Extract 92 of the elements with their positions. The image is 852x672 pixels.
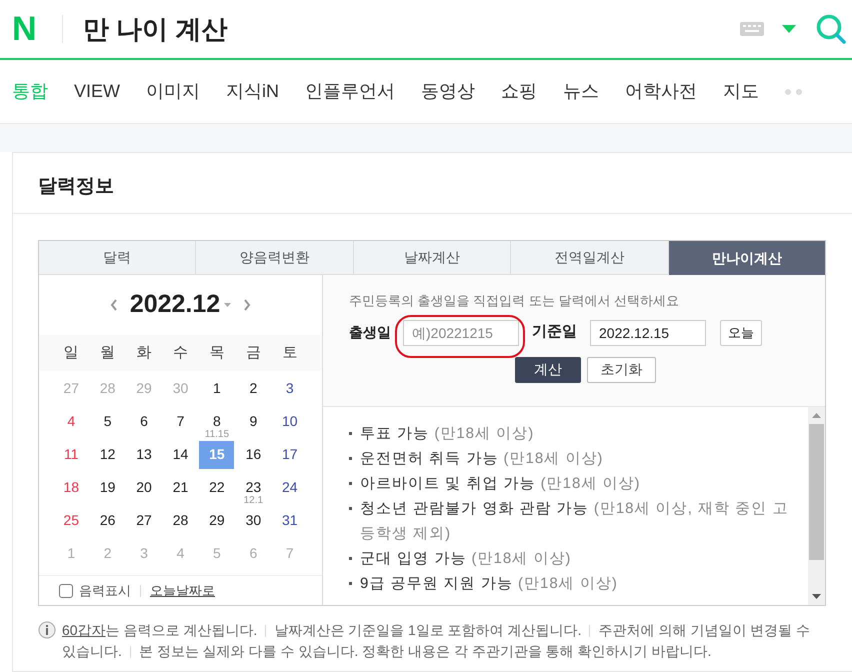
previous-icon[interactable] [110,299,118,311]
calendar-day[interactable]: 13 [136,446,152,462]
calendar-day[interactable]: 5 [104,414,112,430]
search-query[interactable]: 만 나이 계산 [83,10,740,48]
scroll-up-icon[interactable] [812,413,821,418]
calendar-day[interactable]: 19 [100,480,116,496]
calendar-day[interactable]: 30 [246,512,262,528]
nav-tab[interactable]: VIEW [74,78,120,105]
bullet-icon [349,432,352,435]
weekday-label: 월 [99,342,116,363]
dropdown-icon[interactable] [782,25,796,33]
scrollbar[interactable] [808,407,825,605]
scroll-down-icon[interactable] [812,594,821,599]
checkbox-label[interactable]: 음력표시 [79,580,131,600]
bullet-icon [349,557,352,560]
calendar-day[interactable]: 9 [249,414,258,430]
nav-tab[interactable]: 쇼핑 [501,78,538,105]
result-item: 운전면허 취득 가능 (만18세 이상) [360,449,604,469]
calendar-day[interactable]: 3 [286,380,294,396]
calendar-day[interactable]: 21 [172,480,188,496]
calendar-day[interactable]: 20 [136,480,152,496]
calendar-tab[interactable]: 날짜계산 [354,241,512,275]
search-icon[interactable] [816,14,846,44]
field-label: 출생일 [349,323,392,342]
calendar-day[interactable]: 16 [246,446,262,462]
calendar-tab[interactable]: 양음력변환 [196,241,354,275]
info-text: 60갑자는 음력으로 계산됩니다. 날짜계산은 기준일을 1일로 포함하여 계산됩니다. 주관처에 의해 기념일이 변경될 수 있습니다. 본 정보는 실제와 다를 수 있습니다. 정확한 내용은 각 주관기관을 통해 확인하시기 바랍니다. [62,621,812,661]
calendar-day[interactable]: 31 [282,512,298,528]
calendar-day[interactable]: 6 [140,414,148,430]
calculate-button[interactable]: 계산 [515,356,581,382]
bullet-icon [349,482,352,485]
nav-tab[interactable]: 동영상 [421,78,476,105]
calendar-tab[interactable]: 달력 [39,241,196,275]
nav-tab[interactable]: 뉴스 [563,78,600,105]
weekday-label: 금 [244,342,262,363]
calendar-day[interactable]: 14 [172,446,188,462]
calendar-tab[interactable]: 만나이계산 [668,241,826,275]
calendar-day[interactable]: 22 [209,480,225,496]
reset-button[interactable]: 초기화 [587,356,656,382]
base-date-field[interactable]: 2022.12.15 [590,320,706,346]
bullet-icon [349,582,352,585]
calendar-day[interactable]: 12 [100,446,116,462]
glossary-link[interactable]: 60갑자 [62,622,106,638]
weekday-label: 화 [136,342,153,363]
calendar-day[interactable]: 23 [246,480,262,496]
keyboard-icon[interactable] [740,22,764,36]
calendar-day[interactable]: 18 [63,480,79,496]
lunar-date: 12.1 [242,496,264,506]
field-label: 기준일 [532,322,578,342]
month-title[interactable]: 2022.12 [130,286,220,324]
nav-tab[interactable]: 지식iN [226,78,280,105]
today-link[interactable]: 오늘날짜로 [150,580,215,600]
result-item: 청소년 관람불가 영화 관람 가능 (만18세 이상, 재학 중인 고등학생 제외) [360,499,790,544]
birth-date-field[interactable]: 예)20221215 [403,320,519,346]
lunar-date: 11.15 [204,430,230,440]
calendar-day[interactable]: 24 [282,480,298,496]
weekday-label: 수 [172,342,189,363]
bullet-icon [349,457,352,460]
calendar-day[interactable]: 27 [136,512,152,528]
nav-tab[interactable]: 어학사전 [625,78,698,105]
weekday-label: 목 [208,342,226,363]
calendar-day[interactable]: 8 [213,414,221,430]
nav-tab[interactable]: 지도 [723,78,760,105]
calendar-day[interactable]: 7 [176,414,184,430]
calendar-day[interactable]: 17 [282,446,298,462]
more-icon[interactable] [785,88,802,94]
calendar-day[interactable]: 2 [249,380,258,396]
info-icon [38,621,56,639]
checkbox[interactable] [59,584,73,598]
result-item: 투표 가능 (만18세 이상) [360,424,534,444]
nav-tab[interactable]: 이미지 [146,78,200,105]
calendar-tab[interactable]: 전역일계산 [511,241,669,275]
section-title: 달력정보 [38,175,115,199]
calendar-day[interactable]: 26 [100,512,116,528]
next-icon[interactable] [243,299,252,311]
result-item: 군대 입영 가능 (만18세 이상) [360,549,572,569]
nav-tab[interactable]: 인플루언서 [305,78,396,105]
result-item: 9급 공무원 지원 가능 (만18세 이상) [360,574,618,594]
hint-text: 주민등록의 출생일을 직접입력 또는 달력에서 선택하세요 [349,292,680,310]
weekday-label: 토 [281,342,298,363]
calendar-day[interactable]: 11 [64,446,78,462]
calendar-day[interactable]: 1 [213,380,221,396]
calendar-day[interactable]: 25 [63,512,79,528]
calendar-day[interactable]: 4 [67,414,76,430]
calendar-day[interactable]: 10 [282,414,298,430]
calendar-day[interactable]: 29 [209,512,225,528]
weekday-label: 일 [62,342,80,363]
bullet-icon [349,507,352,510]
calendar-day[interactable]: 28 [172,512,188,528]
result-item: 아르바이트 및 취업 가능 (만18세 이상) [360,474,641,494]
today-button[interactable]: 오늘 [720,320,762,346]
caret-icon[interactable] [224,303,232,307]
